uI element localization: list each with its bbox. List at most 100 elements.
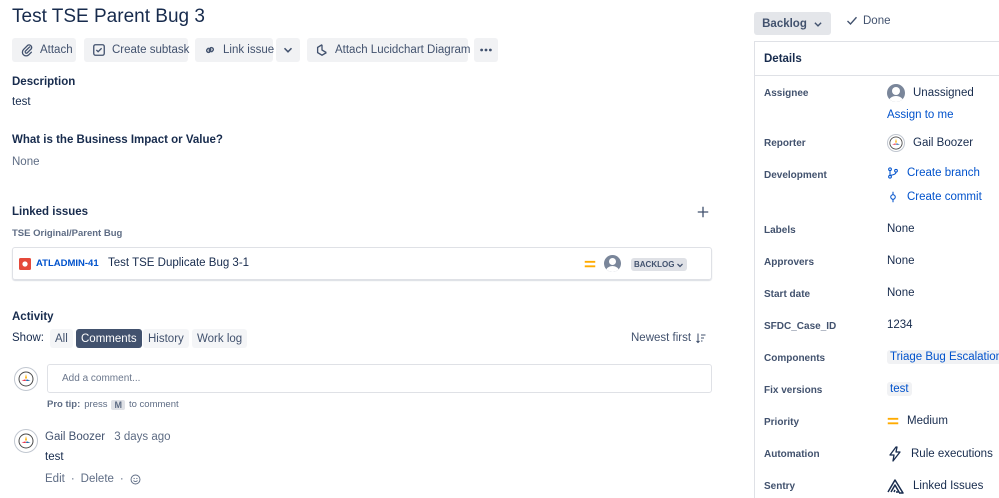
priority-value[interactable]: Medium (887, 415, 948, 427)
add-linked-issue-button[interactable] (696, 205, 710, 222)
components-label: Components (764, 353, 826, 364)
attach-lucidchart-button[interactable]: Attach Lucidchart Diagram (307, 38, 471, 62)
separator-dot: · (119, 473, 124, 485)
emoji-reaction-icon[interactable] (130, 474, 141, 485)
pro-tip: Pro tip: press M to comment (47, 399, 179, 410)
details-title: Details (764, 53, 802, 65)
bug-icon (19, 258, 31, 270)
comment-body: test (45, 451, 64, 463)
plus-icon (697, 206, 709, 218)
issue-title[interactable]: Test TSE Parent Bug 3 (12, 6, 205, 28)
description-heading: Description (12, 76, 76, 88)
priority-name: Medium (907, 415, 948, 427)
comment-header: Gail Boozer 3 days ago (45, 431, 171, 443)
linked-issue-summary[interactable]: Test TSE Duplicate Bug 3-1 (108, 257, 249, 269)
details-panel (754, 41, 999, 498)
automation-value[interactable]: Rule executions (887, 446, 993, 462)
description-value[interactable]: test (12, 96, 31, 108)
development-label: Development (764, 170, 827, 181)
comment-edit-link[interactable]: Edit (45, 473, 65, 485)
component-tag[interactable]: Triage Bug Escalations (887, 350, 999, 364)
paperclip-icon (21, 44, 33, 57)
start-date-value[interactable]: None (887, 287, 915, 299)
business-impact-heading: What is the Business Impact or Value? (12, 134, 223, 146)
link-icon (206, 46, 214, 54)
create-subtask-button[interactable]: Create subtask (84, 38, 190, 62)
link-issue-dropdown[interactable] (276, 38, 300, 62)
status-label: Backlog (762, 17, 807, 30)
fix-versions-label: Fix versions (764, 385, 823, 396)
details-header[interactable]: Details (754, 41, 999, 76)
fix-version-tag[interactable]: test (887, 382, 912, 396)
reporter-name: Gail Boozer (913, 137, 974, 149)
reporter-value[interactable]: Gail Boozer (887, 134, 973, 152)
pro-tip-key: M (111, 399, 125, 410)
link-issue-button[interactable]: Link issue (195, 38, 274, 62)
linked-issue-status[interactable]: BACKLOG (631, 258, 688, 271)
comment-author[interactable]: Gail Boozer (45, 431, 105, 443)
comment-delete-link[interactable]: Delete (81, 473, 114, 485)
fix-versions-value[interactable]: test (887, 382, 912, 396)
more-actions-button[interactable] (474, 38, 498, 62)
tab-work-log[interactable]: Work log (192, 329, 248, 348)
sentry-label: Sentry (764, 481, 796, 492)
create-subtask-label: Create subtask (112, 44, 190, 56)
comment-time[interactable]: 3 days ago (114, 431, 170, 443)
sfdc-case-id-value[interactable]: 1234 (887, 319, 913, 331)
add-comment-input[interactable]: Add a comment... (47, 364, 712, 393)
done-label: Done (863, 15, 891, 27)
subtask-icon (93, 44, 105, 56)
pittsburgh-logo-icon (889, 136, 903, 150)
chevron-down-icon (814, 21, 822, 27)
tab-all[interactable]: All (50, 329, 73, 348)
branch-icon (888, 167, 898, 179)
comment-author-avatar[interactable] (14, 429, 38, 453)
priority-label: Priority (764, 417, 800, 428)
comment-actions: Edit · Delete · (45, 473, 141, 485)
chevron-down-icon (677, 263, 684, 267)
linked-issue-key[interactable]: ATLADMIN-41 (36, 258, 99, 269)
commit-icon (890, 191, 896, 203)
automation-link: Rule executions (911, 448, 993, 460)
sentry-link: Linked Issues (913, 480, 984, 492)
create-commit-link[interactable]: Create commit (887, 191, 982, 203)
check-icon (847, 16, 858, 25)
create-commit-label: Create commit (907, 191, 982, 203)
sentry-value[interactable]: Linked Issues (887, 478, 983, 494)
pittsburgh-logo-icon (18, 433, 34, 449)
current-user-avatar (14, 367, 38, 391)
reporter-avatar (887, 134, 905, 152)
status-dropdown[interactable]: Backlog (754, 12, 831, 35)
linked-issue-card[interactable]: ATLADMIN-41 Test TSE Duplicate Bug 3-1 B… (12, 247, 712, 280)
attach-lucidchart-label: Attach Lucidchart Diagram (335, 44, 471, 56)
lightning-icon (889, 446, 901, 462)
pittsburgh-logo-icon (18, 371, 34, 387)
pro-tip-prefix: Pro tip: (47, 399, 81, 410)
assign-to-me-link[interactable]: Assign to me (887, 109, 953, 121)
approvers-label: Approvers (764, 257, 815, 268)
tab-history[interactable]: History (143, 329, 189, 348)
activity-heading: Activity (12, 311, 54, 323)
attach-label: Attach (40, 44, 73, 56)
linked-issue-status-label: BACKLOG (634, 260, 675, 269)
approvers-value[interactable]: None (887, 255, 915, 267)
priority-medium-icon (887, 417, 899, 425)
labels-label: Labels (764, 225, 796, 236)
activity-show-label: Show: (12, 332, 44, 344)
assignee-name: Unassigned (913, 87, 974, 99)
labels-value[interactable]: None (887, 223, 915, 235)
assignee-value[interactable]: Unassigned (887, 84, 974, 102)
create-branch-link[interactable]: Create branch (887, 167, 980, 179)
start-date-label: Start date (764, 289, 811, 300)
comment-placeholder: Add a comment... (62, 373, 141, 384)
components-value[interactable]: Triage Bug Escalations (887, 350, 999, 364)
business-impact-value[interactable]: None (12, 156, 40, 168)
done-transition-button[interactable]: Done (846, 15, 891, 27)
sort-icon (696, 333, 706, 344)
sfdc-case-id-label: SFDC_Case_ID (764, 321, 837, 332)
tab-comments[interactable]: Comments (76, 329, 142, 348)
sort-order-button[interactable]: Newest first (631, 332, 707, 344)
attach-button[interactable]: Attach (12, 38, 76, 62)
sort-order-label: Newest first (631, 332, 692, 344)
unassigned-avatar (604, 255, 621, 272)
